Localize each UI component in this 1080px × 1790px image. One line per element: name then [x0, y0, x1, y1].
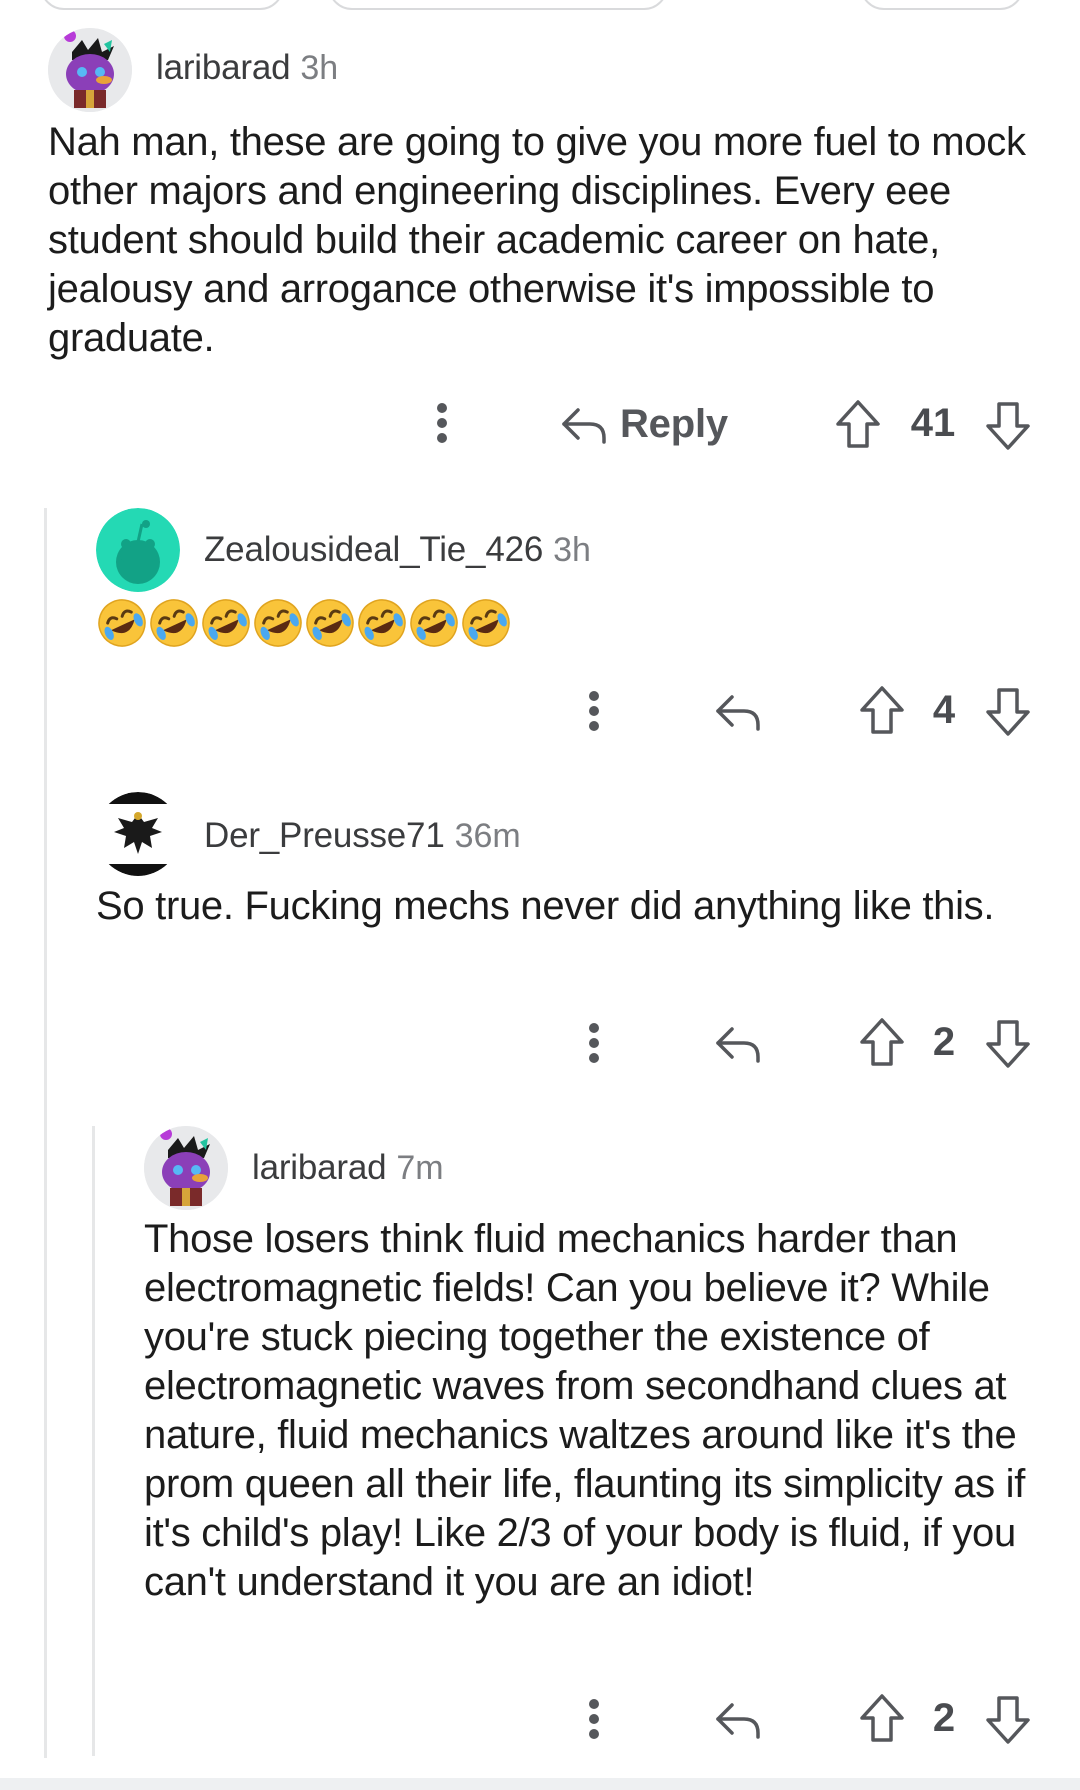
rolling-on-floor-laughing-icon [96, 597, 148, 649]
rolling-on-floor-laughing-icon [304, 597, 356, 649]
user-avatar[interactable] [144, 1126, 228, 1210]
vertical-dots-icon [589, 691, 599, 731]
username[interactable]: laribarad [156, 48, 291, 88]
reply-label: Reply [620, 401, 728, 446]
upvote-arrow-icon [836, 400, 880, 448]
more-options-button[interactable] [574, 1694, 614, 1744]
timestamp: 36m [454, 817, 521, 855]
comment-body: Those losers think fluid mechanics harde… [144, 1217, 1026, 1604]
snoo-purple-avatar-icon [144, 1126, 228, 1210]
rolling-on-floor-laughing-icon [460, 597, 512, 649]
reply-arrow-icon [716, 695, 760, 731]
timestamp: 3h [300, 49, 339, 87]
thread-line-depth-2[interactable] [92, 1126, 95, 1756]
downvote-button[interactable] [984, 400, 1032, 452]
rolling-on-floor-laughing-icon [252, 597, 304, 649]
reply-button[interactable] [712, 686, 764, 736]
vote-score: 2 [932, 1020, 956, 1064]
upvote-button[interactable] [858, 1016, 906, 1068]
reply-button[interactable] [712, 1694, 764, 1744]
more-options-button[interactable] [422, 398, 462, 448]
rolling-on-floor-laughing-icon [356, 597, 408, 649]
comment-meta: laribarad 3h [156, 48, 338, 88]
user-avatar[interactable] [96, 792, 180, 876]
downvote-arrow-icon [986, 402, 1030, 450]
upvote-arrow-icon [860, 1018, 904, 1066]
timestamp: 3h [553, 531, 591, 569]
vertical-dots-icon [589, 1699, 599, 1739]
vote-score: 4 [932, 688, 956, 732]
timestamp: 7m [396, 1149, 444, 1187]
comment-meta: Zealousideal_Tie_426 3h [204, 530, 591, 570]
vertical-dots-icon [437, 403, 447, 443]
rolling-on-floor-laughing-icon [148, 597, 200, 649]
rolling-on-floor-laughing-icon [408, 597, 460, 649]
top-pill-remnant-2 [328, 0, 668, 10]
vote-score: 2 [932, 1696, 956, 1740]
downvote-arrow-icon [986, 1696, 1030, 1744]
comment-meta: Der_Preusse71 36m [204, 816, 521, 856]
username[interactable]: laribarad [252, 1148, 387, 1188]
user-avatar[interactable] [96, 508, 180, 592]
downvote-button[interactable] [984, 1018, 1032, 1070]
upvote-button[interactable] [834, 398, 882, 450]
username[interactable]: Der_Preusse71 [204, 816, 445, 856]
reply-arrow-icon [716, 1703, 760, 1739]
upvote-button[interactable] [858, 684, 906, 736]
downvote-button[interactable] [984, 686, 1032, 738]
prussian-eagle-flag-avatar-icon [96, 792, 180, 876]
snoo-purple-avatar-icon [48, 28, 132, 112]
more-options-button[interactable] [574, 686, 614, 736]
reply-arrow-icon [716, 1027, 760, 1063]
upvote-button[interactable] [858, 1692, 906, 1744]
downvote-arrow-icon [986, 1020, 1030, 1068]
top-pill-remnant-1 [40, 0, 284, 10]
vertical-dots-icon [589, 1023, 599, 1063]
downvote-button[interactable] [984, 1694, 1032, 1746]
thread-line-depth-1[interactable] [44, 508, 47, 1758]
more-options-button[interactable] [574, 1018, 614, 1068]
reply-button[interactable] [712, 1018, 764, 1068]
comment-meta: laribarad 7m [252, 1148, 444, 1188]
reply-arrow-icon [562, 408, 606, 444]
upvote-arrow-icon [860, 686, 904, 734]
vote-score: 41 [910, 401, 956, 445]
default-snoo-avatar-icon [96, 508, 180, 592]
comment-body: So true. Fucking mechs never did anythin… [96, 884, 995, 928]
username[interactable]: Zealousideal_Tie_426 [204, 530, 543, 570]
top-pill-remnant-3 [860, 0, 1024, 10]
upvote-arrow-icon [860, 1694, 904, 1742]
user-avatar[interactable] [48, 28, 132, 112]
rolling-on-floor-laughing-icon [200, 597, 252, 649]
reply-button[interactable]: Reply [560, 396, 728, 452]
downvote-arrow-icon [986, 688, 1030, 736]
emoji-row [96, 597, 512, 649]
bottom-bar [0, 1778, 1080, 1790]
comment-body: Nah man, these are going to give you mor… [48, 120, 1026, 360]
